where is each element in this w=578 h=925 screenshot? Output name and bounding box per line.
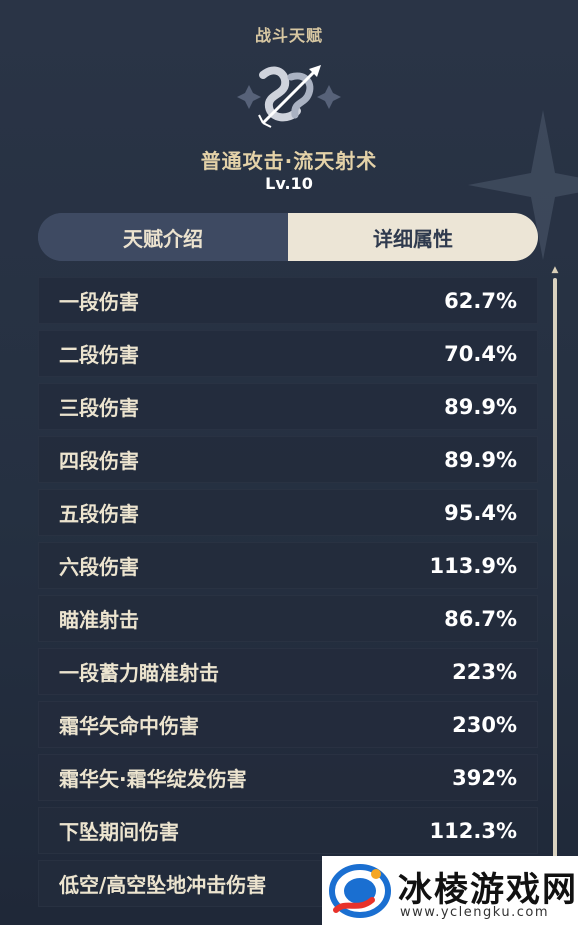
attribute-value: 230% xyxy=(452,712,517,737)
attribute-label: 三段伤害 xyxy=(59,396,139,420)
attribute-row: 霜华矢·霜华绽发伤害 392% xyxy=(38,754,538,801)
skill-level: Lv.10 xyxy=(265,174,313,193)
attribute-value: 89.9% xyxy=(444,394,517,419)
attribute-value: 95.4% xyxy=(444,500,517,525)
attribute-value: 112.3% xyxy=(429,818,517,843)
attribute-value: 392% xyxy=(452,765,517,790)
skill-name: 普通攻击·流天射术 xyxy=(200,149,378,173)
attribute-row: 下坠期间伤害 112.3% xyxy=(38,807,538,854)
tab-detailed-attributes[interactable]: 详细属性 xyxy=(288,213,538,261)
attribute-row: 五段伤害 95.4% xyxy=(38,489,538,536)
attribute-label: 一段伤害 xyxy=(59,290,139,314)
attribute-label: 霜华矢命中伤害 xyxy=(59,714,199,738)
scroll-up-arrow-icon[interactable]: ▲ xyxy=(551,266,559,275)
attribute-label: 五段伤害 xyxy=(59,502,139,526)
attribute-label: 四段伤害 xyxy=(59,449,139,473)
attribute-value: 86.7% xyxy=(444,606,517,631)
attribute-label: 瞄准射击 xyxy=(59,608,139,632)
attribute-row: 六段伤害 113.9% xyxy=(38,542,538,589)
tab-talent-intro[interactable]: 天赋介绍 xyxy=(38,213,288,261)
attribute-row: 霜华矢命中伤害 230% xyxy=(38,701,538,748)
attribute-row: 瞄准射击 86.7% xyxy=(38,595,538,642)
bow-arrow-icon xyxy=(237,65,341,128)
attribute-label: 二段伤害 xyxy=(59,343,139,367)
attribute-value: 113.9% xyxy=(429,553,517,578)
talent-icon-container xyxy=(229,55,349,139)
site-logo-icon xyxy=(329,864,391,918)
attribute-value: 89.9% xyxy=(444,447,517,472)
attribute-label: 下坠期间伤害 xyxy=(59,820,179,844)
watermark-url: www.yclengku.com xyxy=(400,905,550,920)
attribute-row: 三段伤害 89.9% xyxy=(38,383,538,430)
watermark: 冰棱游戏网 www.yclengku.com xyxy=(322,856,578,925)
attribute-row: 四段伤害 89.9% xyxy=(38,436,538,483)
watermark-title: 冰棱游戏网 xyxy=(398,870,578,910)
attribute-row: 一段蓄力瞄准射击 223% xyxy=(38,648,538,695)
attribute-value: 70.4% xyxy=(444,341,517,366)
scrollbar[interactable]: ▲ xyxy=(551,266,559,866)
attribute-list: 一段伤害 62.7% 二段伤害 70.4% 三段伤害 89.9% 四段伤害 89… xyxy=(38,277,538,913)
attribute-label: 霜华矢·霜华绽发伤害 xyxy=(59,767,247,791)
section-title: 战斗天赋 xyxy=(254,26,323,45)
attribute-label: 六段伤害 xyxy=(59,555,139,579)
attribute-label: 一段蓄力瞄准射击 xyxy=(59,661,219,685)
attribute-row: 二段伤害 70.4% xyxy=(38,330,538,377)
scroll-track[interactable] xyxy=(553,278,557,866)
attribute-value: 62.7% xyxy=(444,288,517,313)
attribute-value: 223% xyxy=(452,659,517,684)
attribute-label: 低空/高空坠地冲击伤害 xyxy=(59,873,267,897)
tab-bar: 天赋介绍 详细属性 xyxy=(38,213,538,261)
attribute-row: 一段伤害 62.7% xyxy=(38,277,538,324)
